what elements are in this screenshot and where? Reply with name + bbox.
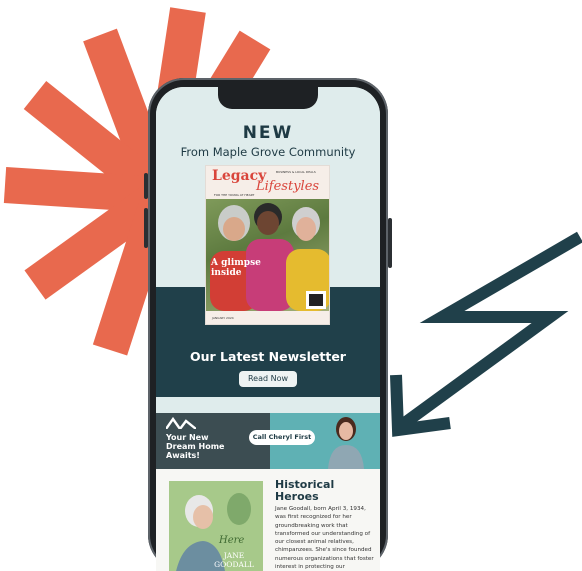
phone-mockup: NEW From Maple Grove Community Legacy Li… — [144, 78, 392, 571]
cover-date: JANUARY 2024 — [212, 316, 234, 320]
phone-screen: NEW From Maple Grove Community Legacy Li… — [156, 87, 380, 571]
magazine-cover[interactable]: Legacy Lifestyles BUSINESS & LOCAL DEALS… — [205, 165, 330, 325]
mountain-logo-icon — [166, 417, 196, 429]
thumb-name: JANE GOODALL — [214, 551, 254, 569]
thumb-script-text: Here — [219, 535, 245, 546]
phone-volume-button — [144, 208, 148, 248]
phone-side-button — [144, 173, 148, 199]
cover-headline: A glimpse inside — [211, 258, 261, 278]
banner-headline: Your New Dream Home Awaits! — [166, 433, 225, 460]
feature-section: Here JANE GOODALL Historical Heroes Jane… — [156, 469, 380, 571]
newsletter-title: Our Latest Newsletter — [190, 349, 346, 364]
agent-photo — [328, 417, 364, 469]
phone-notch — [218, 87, 318, 109]
feature-thumbnail[interactable]: Here JANE GOODALL — [169, 481, 263, 571]
feature-title: Historical Heroes — [275, 478, 335, 503]
read-now-button[interactable]: Read Now — [239, 371, 297, 387]
community-subtitle: From Maple Grove Community — [180, 145, 356, 159]
real-estate-banner[interactable]: Your New Dream Home Awaits! Call Cheryl … — [156, 413, 380, 469]
cover-people-illustration — [210, 203, 329, 311]
call-cheryl-button[interactable]: Call Cheryl First — [249, 430, 315, 445]
feature-body: Jane Goodall, born April 3, 1934, was fi… — [275, 506, 374, 571]
cover-tagline: FOR THE YOUNG AT HEART — [214, 193, 255, 197]
phone-power-button — [388, 218, 392, 268]
cover-top-right: BUSINESS & LOCAL DEALS — [276, 170, 316, 174]
new-badge: NEW — [242, 123, 294, 143]
cover-photo — [206, 199, 329, 311]
cover-masthead-script: Lifestyles — [256, 179, 320, 194]
zigzag-arrow-icon — [390, 231, 582, 437]
